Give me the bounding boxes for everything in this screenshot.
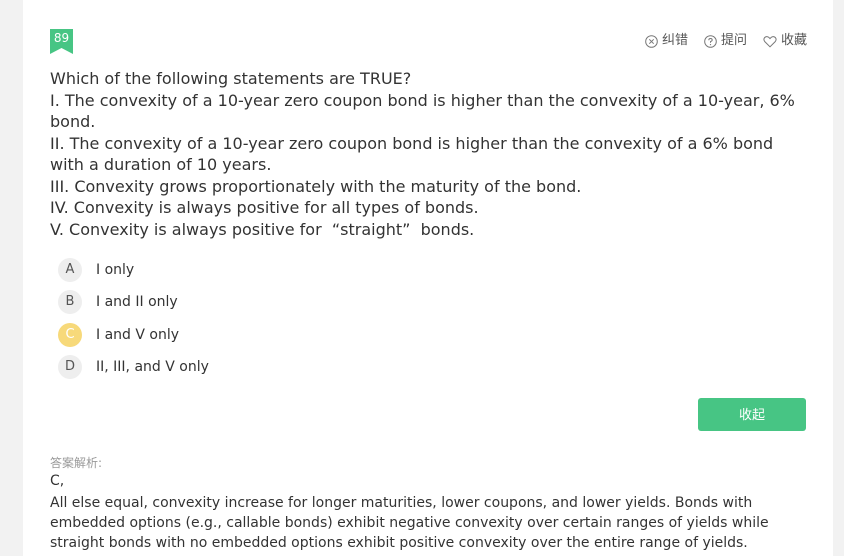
heart-icon <box>763 35 777 48</box>
collapse-button[interactable]: 收起 <box>698 398 806 431</box>
option-letter: B <box>58 290 82 315</box>
option-text: I and V only <box>96 326 180 343</box>
option-letter: C <box>58 322 82 347</box>
option-b[interactable]: B I and II only <box>58 286 209 318</box>
option-text: I only <box>96 262 135 279</box>
favorite-label: 收藏 <box>780 33 807 48</box>
question-number-badge: 89 <box>50 29 73 54</box>
question-icon <box>704 34 717 48</box>
option-text: I and II only <box>96 294 178 311</box>
question-line: IV. Convexity is always positive for all… <box>50 198 479 217</box>
question-line: III. Convexity grows proportionately wit… <box>50 176 582 196</box>
favorite-button[interactable]: 收藏 <box>763 32 807 50</box>
option-letter: A <box>58 258 82 283</box>
question-line: V. Convexity is always positive for “str… <box>50 219 475 239</box>
question-card: 89 纠错 提问 收藏 Which of the following state… <box>23 0 833 556</box>
option-c[interactable]: C I and V only <box>58 319 209 351</box>
ask-question-label: 提问 <box>720 33 747 48</box>
question-line: II. The convexity of a 10-year zero coup… <box>50 133 779 175</box>
question-number: 89 <box>53 31 70 45</box>
error-report-icon <box>645 34 658 48</box>
ask-question-button[interactable]: 提问 <box>704 32 747 50</box>
option-letter: D <box>58 355 82 380</box>
option-a[interactable]: A I only <box>58 254 209 286</box>
question-line: Which of the following statements are TR… <box>50 69 412 88</box>
explanation-text: All else equal, convexity increase for l… <box>50 495 769 551</box>
answer-key: C, <box>50 473 65 489</box>
answer-options: A I only B I and II only C I and V only … <box>58 254 209 383</box>
analysis-label: 答案解析: <box>50 456 103 470</box>
option-d[interactable]: D II, III, and V only <box>58 351 209 383</box>
option-text: II, III, and V only <box>96 359 209 376</box>
question-actions: 纠错 提问 收藏 <box>645 32 807 50</box>
question-line: I. The convexity of a 10-year zero coupo… <box>50 90 800 132</box>
question-text: Which of the following statements are TR… <box>50 68 810 240</box>
report-error-button[interactable]: 纠错 <box>645 32 688 50</box>
report-error-label: 纠错 <box>661 33 688 48</box>
